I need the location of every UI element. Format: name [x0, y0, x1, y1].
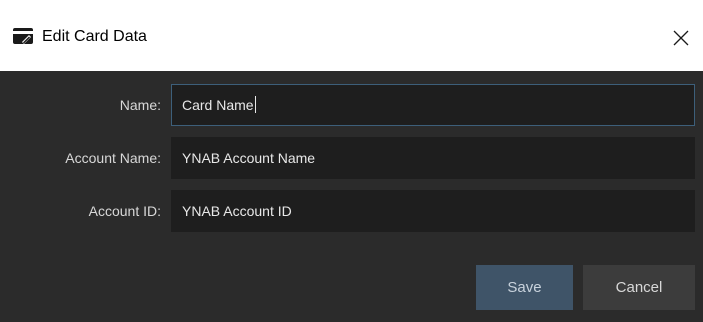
account-name-row: Account Name:: [0, 137, 703, 179]
name-input[interactable]: Card Name: [171, 84, 695, 126]
name-label: Name:: [119, 97, 161, 113]
account-id-row: Account ID:: [0, 190, 703, 232]
account-id-label: Account ID:: [88, 203, 161, 219]
name-input-value: Card Name: [182, 97, 254, 113]
title-bar: Edit Card Data: [0, 0, 703, 71]
card-edit-icon: [13, 28, 33, 44]
account-name-label: Account Name:: [65, 150, 161, 166]
save-button[interactable]: Save: [476, 265, 573, 310]
account-id-input[interactable]: [171, 190, 695, 232]
close-icon: [673, 30, 689, 46]
account-name-input[interactable]: [171, 137, 695, 179]
text-caret: [254, 96, 256, 113]
edit-card-dialog: Edit Card Data Name: Card Name Account N…: [0, 0, 703, 322]
cancel-button[interactable]: Cancel: [583, 265, 695, 310]
name-row: Name: Card Name: [0, 84, 703, 126]
dialog-title: Edit Card Data: [42, 28, 147, 45]
close-button[interactable]: [659, 16, 703, 60]
